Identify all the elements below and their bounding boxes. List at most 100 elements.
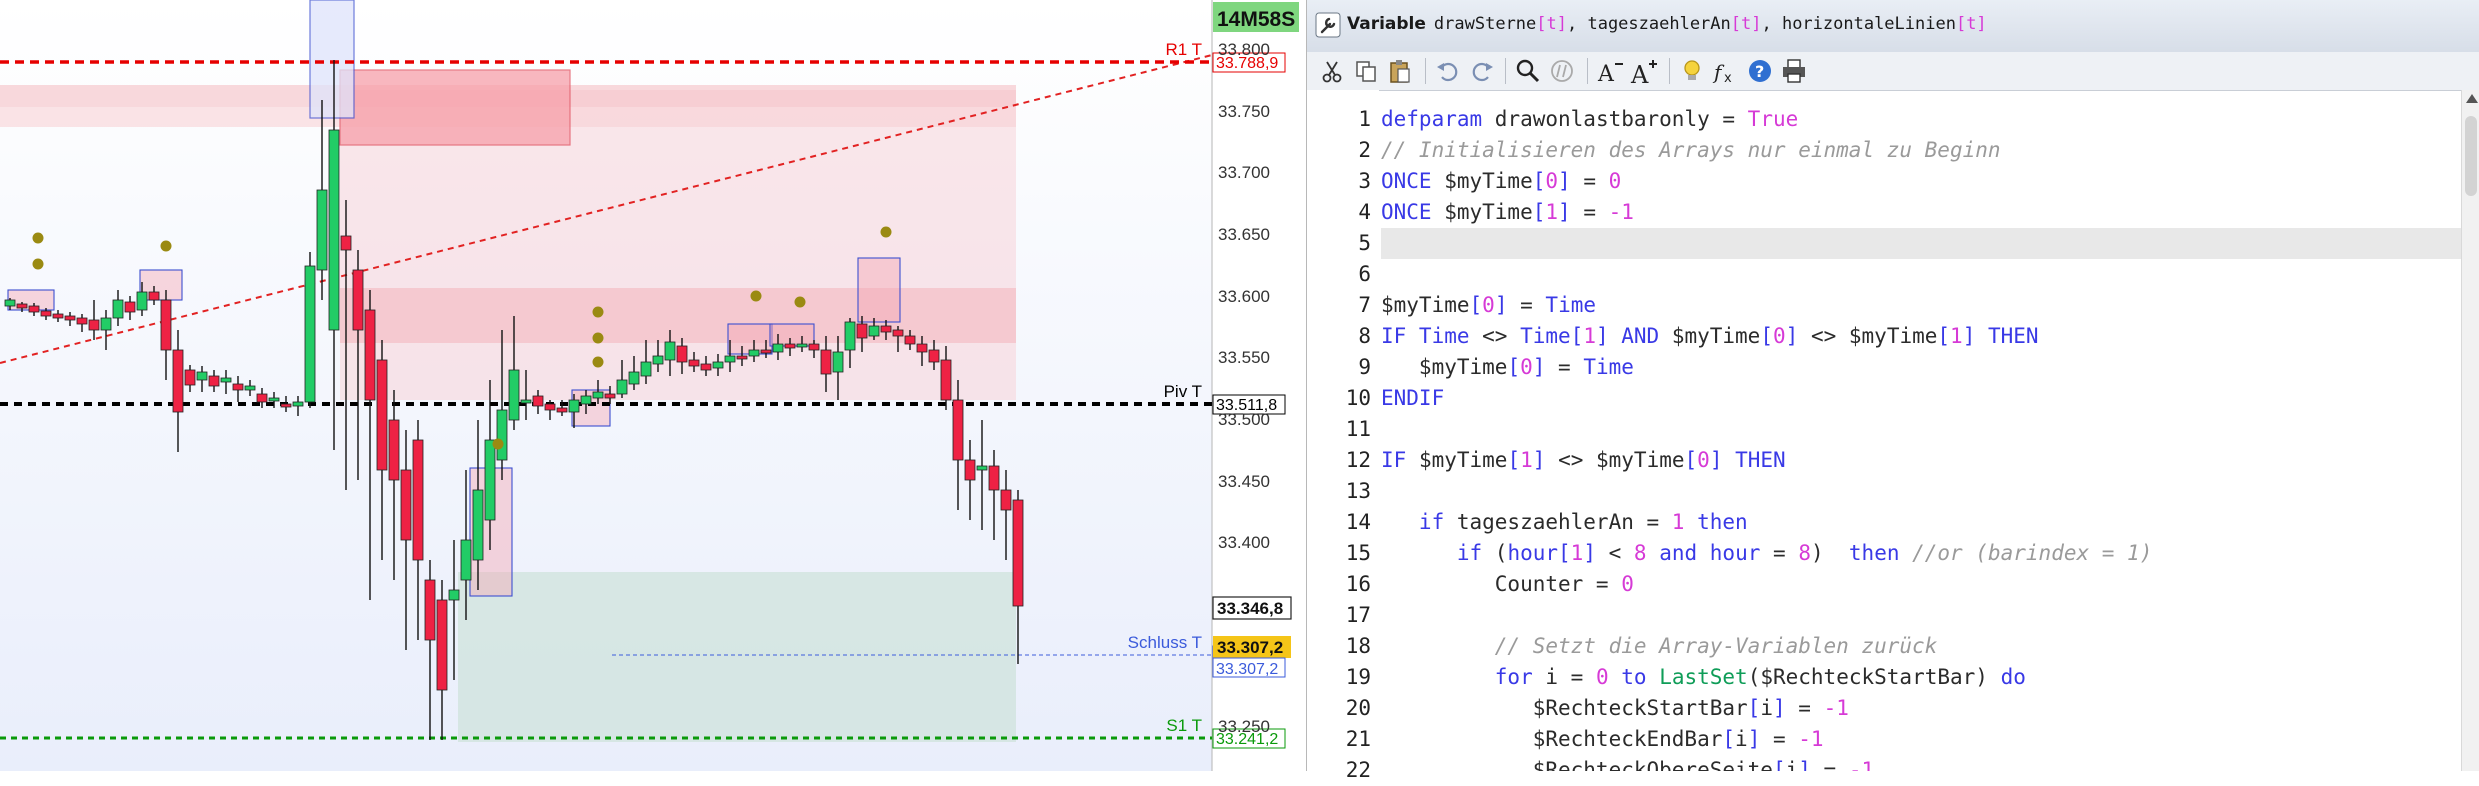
candle-body-down xyxy=(340,235,352,251)
highlight-box xyxy=(309,0,355,119)
editor-header: Variable drawSterne[t], tageszaehlerAn[t]… xyxy=(1307,0,2479,53)
editor-title-label: Variable xyxy=(1347,14,1426,34)
code-line[interactable]: IF $myTime[1] <> $myTime[0] THEN xyxy=(1381,445,1786,476)
code-line[interactable]: // Setzt die Array-Variablen zurück xyxy=(1381,631,1938,662)
code-line[interactable]: // Initialisieren des Arrays nur einmal … xyxy=(1381,135,2001,166)
candle-body-down xyxy=(76,317,88,325)
search-button[interactable] xyxy=(1513,56,1543,86)
print-icon xyxy=(1783,59,1805,83)
candle-body-down xyxy=(736,355,748,360)
code-line[interactable]: ENDIF xyxy=(1381,383,1444,414)
candle-body-down xyxy=(820,349,832,375)
redo-button[interactable] xyxy=(1467,56,1497,86)
candle-body-down xyxy=(784,343,796,349)
candle-body-up xyxy=(580,395,592,405)
candle-body-down xyxy=(964,459,976,481)
copy-button[interactable] xyxy=(1351,56,1381,86)
vertical-scrollbar[interactable] xyxy=(2461,90,2479,771)
editor-toolbar: A A fx ? xyxy=(1307,52,2479,91)
code-line[interactable]: ONCE $myTime[1] = -1 xyxy=(1381,197,1634,228)
signal-dot xyxy=(160,240,172,252)
lightbulb-button[interactable] xyxy=(1677,56,1707,86)
paste-button[interactable] xyxy=(1385,56,1415,86)
candle-body-up xyxy=(244,385,256,391)
candle-body-down xyxy=(604,393,616,399)
candle-body-up xyxy=(832,351,844,373)
code-line[interactable]: $RechteckObereSeite[i] = -1 xyxy=(1381,755,1874,771)
candle-body-down xyxy=(16,303,28,309)
signal-dot xyxy=(32,258,44,270)
candle-body-up xyxy=(268,397,280,402)
chart-canvas[interactable]: R1 T33.788,9Piv T33.511,8Schluss T33.307… xyxy=(0,0,1300,771)
price-tick-label: 33.600 xyxy=(1218,287,1270,306)
candle-body-down xyxy=(148,291,160,301)
candle-body-down xyxy=(928,349,940,363)
candle-body-down xyxy=(376,359,388,471)
price-tick-label: 33.550 xyxy=(1218,348,1270,367)
code-line[interactable]: if (hour[1] < 8 and hour = 8) then //or … xyxy=(1381,538,2153,569)
candle-body-up xyxy=(724,355,736,363)
code-line[interactable]: $myTime[0] = Time xyxy=(1381,352,1634,383)
signal-dot xyxy=(880,226,892,238)
paste-icon xyxy=(1390,60,1410,83)
range-box xyxy=(769,323,815,347)
candle-body-down xyxy=(916,343,928,353)
toolbar-separator xyxy=(1425,58,1426,84)
cut-icon xyxy=(1322,61,1342,83)
code-line[interactable]: $RechteckStartBar[i] = -1 xyxy=(1381,693,1849,724)
candle-body-down xyxy=(28,305,40,313)
candle-body-down xyxy=(880,325,892,333)
code-line[interactable]: for i = 0 to LastSet($RechteckStartBar) … xyxy=(1381,662,2026,693)
code-line[interactable]: if tageszaehlerAn = 1 then xyxy=(1381,507,1748,538)
font-increase-icon: A xyxy=(1630,60,1657,85)
candle-body-up xyxy=(292,401,304,407)
line-number: 21 xyxy=(1345,727,1371,751)
line-number: 10 xyxy=(1345,386,1371,410)
candle-body-up xyxy=(4,299,16,307)
candle-body-down xyxy=(436,599,448,691)
candle-body-up xyxy=(628,371,640,385)
candle-body-up xyxy=(712,361,724,369)
function-button[interactable]: fx xyxy=(1711,56,1741,86)
price-tick-label: 33.750 xyxy=(1218,102,1270,121)
candle-body-up xyxy=(220,377,232,383)
resistance-box xyxy=(339,69,571,146)
candle-body-down xyxy=(760,349,772,354)
svg-text:?: ? xyxy=(1755,62,1764,81)
font-decrease-button[interactable]: A xyxy=(1595,56,1625,86)
help-button[interactable]: ? xyxy=(1745,56,1775,86)
code-line[interactable]: $RechteckEndBar[i] = -1 xyxy=(1381,724,1824,755)
undo-button[interactable] xyxy=(1433,56,1463,86)
code-line[interactable]: $myTime[0] = Time xyxy=(1381,290,1596,321)
code-line[interactable]: defparam drawonlastbaronly = True xyxy=(1381,104,1798,135)
line-number: 1 xyxy=(1358,107,1371,131)
price-chart[interactable]: R1 T33.788,9Piv T33.511,8Schluss T33.307… xyxy=(0,0,1300,771)
toolbar-separator xyxy=(1505,58,1506,84)
function-icon: fx xyxy=(1712,60,1732,85)
cut-button[interactable] xyxy=(1317,56,1347,86)
signal-dot xyxy=(492,438,504,450)
print-button[interactable] xyxy=(1779,56,1809,86)
candle-body-up xyxy=(448,589,460,601)
candle-body-up xyxy=(748,349,760,357)
candle-body-up xyxy=(484,439,496,521)
code-area[interactable]: defparam drawonlastbaronly = True// Init… xyxy=(1381,90,2461,771)
code-line[interactable]: Counter = 0 xyxy=(1381,569,1634,600)
line-number: 20 xyxy=(1345,696,1371,720)
candle-body-down xyxy=(388,419,400,481)
undo-icon xyxy=(1437,62,1458,82)
scroll-up-arrow-icon[interactable] xyxy=(2466,94,2478,103)
candle-body-down xyxy=(172,349,184,413)
code-line[interactable]: ONCE $myTime[0] = 0 xyxy=(1381,166,1621,197)
candle-body-down xyxy=(532,395,544,407)
line-number: 11 xyxy=(1345,417,1371,441)
line-number: 3 xyxy=(1358,169,1371,193)
scrollbar-thumb[interactable] xyxy=(2465,116,2477,196)
wrench-icon xyxy=(1315,12,1341,38)
candle-body-up xyxy=(496,409,508,461)
code-line[interactable]: IF Time <> Time[1] AND $myTime[0] <> $my… xyxy=(1381,321,2039,352)
regex-button[interactable] xyxy=(1547,56,1577,86)
help-icon: ? xyxy=(1749,60,1771,82)
signal-dot xyxy=(32,232,44,244)
font-increase-button[interactable]: A xyxy=(1629,56,1659,86)
